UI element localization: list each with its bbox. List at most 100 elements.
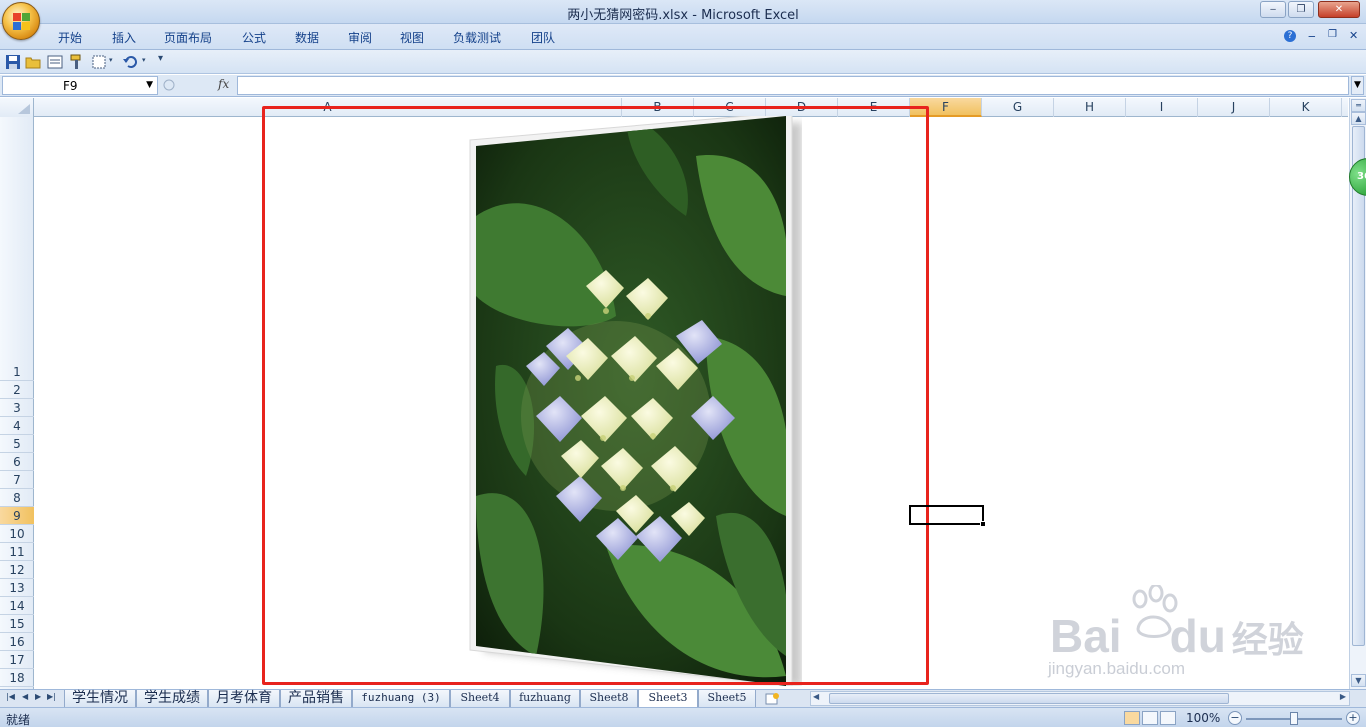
- undo-icon[interactable]: [122, 54, 138, 70]
- title-bar: 两小无猜网密码.xlsx - Microsoft Excel ‒ ❐ ✕: [0, 0, 1366, 24]
- zoom-in-icon[interactable]: +: [1346, 711, 1360, 725]
- tab-insert[interactable]: 插入: [112, 29, 136, 46]
- scroll-down-icon[interactable]: ▼: [1351, 674, 1366, 687]
- formula-bar: F9 ▼ fx ▼: [0, 75, 1366, 97]
- highlight-annotation-frame: [262, 106, 929, 685]
- zoom-level[interactable]: 100%: [1186, 711, 1220, 725]
- row-header-1-label: 1: [13, 365, 21, 379]
- cancel-formula-icon[interactable]: [162, 78, 176, 92]
- sheet-tab-1[interactable]: 学生情况: [64, 690, 136, 708]
- zoom-out-icon[interactable]: −: [1228, 711, 1242, 725]
- doc-minimize-button[interactable]: ‒: [1308, 29, 1316, 43]
- sheet-tab-6[interactable]: Sheet4: [450, 690, 510, 708]
- select-all-button[interactable]: [0, 98, 34, 117]
- row-header-9[interactable]: 9: [0, 507, 34, 525]
- sheet-tab-3[interactable]: 月考体育: [208, 690, 280, 708]
- first-sheet-icon[interactable]: |◀: [6, 692, 15, 701]
- scroll-up-icon[interactable]: ▲: [1351, 112, 1366, 125]
- column-header-k[interactable]: K: [1270, 98, 1342, 117]
- customize-toolbar-icon[interactable]: ▾: [158, 53, 163, 64]
- insert-sheet-icon[interactable]: [764, 692, 780, 706]
- sheet-tab-2[interactable]: 学生成绩: [136, 690, 208, 708]
- undo-dropdown-icon[interactable]: ▾: [142, 56, 146, 64]
- quick-access-toolbar: ▾ ▾ ▾: [0, 50, 1366, 74]
- doc-restore-button[interactable]: ❐: [1328, 29, 1337, 40]
- doc-close-button[interactable]: ✕: [1349, 29, 1358, 42]
- prev-sheet-icon[interactable]: ◀: [22, 692, 28, 701]
- tab-view[interactable]: 视图: [400, 29, 424, 46]
- name-box[interactable]: F9 ▼: [2, 76, 158, 95]
- close-button[interactable]: ✕: [1318, 1, 1360, 18]
- row-header-15[interactable]: 15: [0, 615, 34, 633]
- minimize-button[interactable]: ‒: [1260, 1, 1286, 18]
- worksheet-grid[interactable]: A B C D E F G H I J K 1 2 3 4 5 6 7 8 9 …: [0, 98, 1348, 689]
- row-header-10[interactable]: 10: [0, 525, 34, 543]
- row-header-bar: 1 2 3 4 5 6 7 8 9 10 11 12 13 14 15 16 1…: [0, 117, 34, 689]
- ribbon-tab-bar: 开始 插入 页面布局 公式 数据 审阅 视图 负载测试 团队 ? ‒ ❐ ✕: [0, 24, 1366, 50]
- status-text: 就绪: [6, 713, 31, 727]
- scroll-right-icon[interactable]: ▶: [1340, 692, 1346, 701]
- column-header-h[interactable]: H: [1054, 98, 1126, 117]
- tab-review[interactable]: 审阅: [348, 29, 372, 46]
- format-painter-icon[interactable]: [69, 54, 85, 70]
- sheet-tab-5[interactable]: fuzhuang (3): [352, 690, 450, 708]
- save-icon[interactable]: [5, 54, 21, 70]
- insert-function-icon[interactable]: fx: [218, 77, 229, 91]
- sheet-tab-9[interactable]: Sheet3: [638, 690, 698, 708]
- expand-formula-bar-icon[interactable]: ▼: [1351, 76, 1364, 95]
- row-header-14[interactable]: 14: [0, 597, 34, 615]
- row-header-17[interactable]: 17: [0, 651, 34, 669]
- vertical-scroll-thumb[interactable]: [1352, 126, 1365, 646]
- row-header-6[interactable]: 6: [0, 453, 34, 471]
- sheet-tab-7[interactable]: fuzhuang: [510, 690, 580, 708]
- name-box-value: F9: [63, 79, 78, 93]
- last-sheet-icon[interactable]: ▶|: [47, 692, 56, 701]
- page-setup-icon[interactable]: [91, 54, 107, 70]
- zoom-slider-thumb[interactable]: [1290, 712, 1298, 725]
- sheet-tab-4[interactable]: 产品销售: [280, 690, 352, 708]
- row-header-5[interactable]: 5: [0, 435, 34, 453]
- row-header-4[interactable]: 4: [0, 417, 34, 435]
- row-header-7[interactable]: 7: [0, 471, 34, 489]
- next-sheet-icon[interactable]: ▶: [35, 692, 41, 701]
- column-header-j[interactable]: J: [1198, 98, 1270, 117]
- help-icon[interactable]: ?: [1284, 30, 1296, 42]
- row-header-3[interactable]: 3: [0, 399, 34, 417]
- page-layout-view-icon[interactable]: [1142, 711, 1158, 725]
- page-setup-dropdown-icon[interactable]: ▾: [109, 56, 113, 64]
- tab-data[interactable]: 数据: [295, 29, 319, 46]
- tab-team[interactable]: 团队: [531, 29, 555, 46]
- restore-button[interactable]: ❐: [1288, 1, 1314, 18]
- column-header-i[interactable]: I: [1126, 98, 1198, 117]
- row-header-12[interactable]: 12: [0, 561, 34, 579]
- column-header-g[interactable]: G: [982, 98, 1054, 117]
- sheet-tab-bar: |◀ ◀ ▶ ▶| 学生情况 学生成绩 月考体育 产品销售 fuzhuang (…: [0, 689, 1366, 708]
- sheet-tab-10[interactable]: Sheet5: [698, 690, 756, 708]
- print-preview-icon[interactable]: [47, 54, 63, 70]
- horizontal-scroll-thumb[interactable]: [829, 693, 1229, 704]
- row-header-2[interactable]: 2: [0, 381, 34, 399]
- office-logo-icon: [13, 13, 31, 31]
- row-header-13[interactable]: 13: [0, 579, 34, 597]
- tab-home[interactable]: 开始: [58, 29, 82, 46]
- tab-load-test[interactable]: 负载测试: [453, 29, 501, 46]
- scroll-left-icon[interactable]: ◀: [813, 692, 819, 701]
- formula-input[interactable]: [237, 76, 1349, 95]
- tab-page-layout[interactable]: 页面布局: [164, 29, 212, 46]
- normal-view-icon[interactable]: [1124, 711, 1140, 725]
- row-header-8[interactable]: 8: [0, 489, 34, 507]
- fill-handle[interactable]: [980, 521, 986, 527]
- sheet-tab-8[interactable]: Sheet8: [580, 690, 638, 708]
- tab-formulas[interactable]: 公式: [242, 29, 266, 46]
- split-box-icon[interactable]: ═: [1351, 99, 1366, 112]
- open-folder-icon[interactable]: [25, 54, 41, 70]
- active-cell-f9[interactable]: [909, 505, 984, 525]
- row-header-11[interactable]: 11: [0, 543, 34, 561]
- row-header-16[interactable]: 16: [0, 633, 34, 651]
- row-header-18[interactable]: 18: [0, 669, 34, 687]
- office-button[interactable]: [2, 2, 40, 40]
- horizontal-scrollbar[interactable]: ◀ ▶: [810, 691, 1350, 706]
- page-break-view-icon[interactable]: [1160, 711, 1176, 725]
- row-header-1[interactable]: 1: [0, 117, 34, 381]
- chevron-down-icon[interactable]: ▼: [146, 80, 153, 90]
